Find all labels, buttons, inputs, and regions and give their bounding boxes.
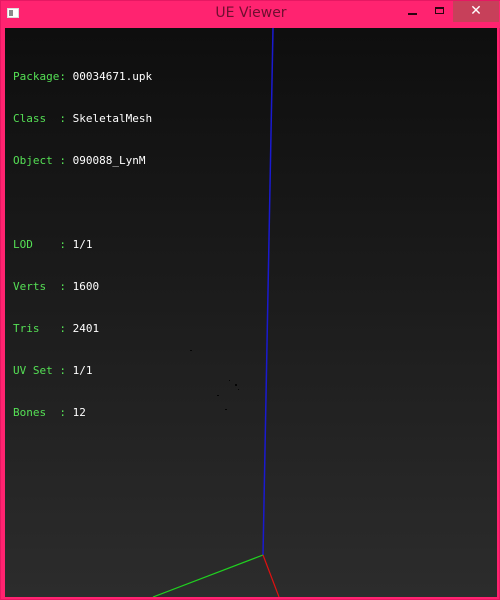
mesh-fragments	[190, 350, 239, 410]
info-row-verts: Verts : 1600	[13, 280, 100, 293]
maximize-button[interactable]	[429, 1, 451, 21]
mesh-info-panel: Package: 00034671.upk Class : SkeletalMe…	[13, 42, 152, 448]
minimize-icon	[408, 13, 417, 15]
close-button[interactable]: ✕	[453, 1, 499, 22]
info-row-bones: Bones : 12	[13, 406, 86, 419]
3d-viewport[interactable]: Package: 00034671.upk Class : SkeletalMe…	[5, 28, 497, 597]
maximize-icon	[435, 7, 444, 14]
info-row-package: Package: 00034671.upk	[13, 70, 153, 83]
y-axis-line	[152, 554, 264, 597]
window-title: UE Viewer	[215, 5, 287, 21]
info-row-lod: LOD : 1/1	[13, 238, 93, 251]
info-row-object: Object : 090088_LynM	[13, 154, 146, 167]
info-spacer	[13, 196, 152, 210]
x-axis-line	[262, 554, 280, 597]
close-icon: ✕	[470, 3, 482, 19]
info-row-uv-set: UV Set : 1/1	[13, 364, 93, 377]
info-row-tris: Tris : 2401	[13, 322, 100, 335]
z-axis-line	[262, 28, 274, 556]
title-bar[interactable]: UE Viewer ✕	[1, 1, 500, 28]
minimize-button[interactable]	[401, 1, 423, 21]
app-window: UE Viewer ✕ Package: 00034671.upk Class …	[0, 0, 500, 600]
info-row-class: Class : SkeletalMesh	[13, 112, 153, 125]
